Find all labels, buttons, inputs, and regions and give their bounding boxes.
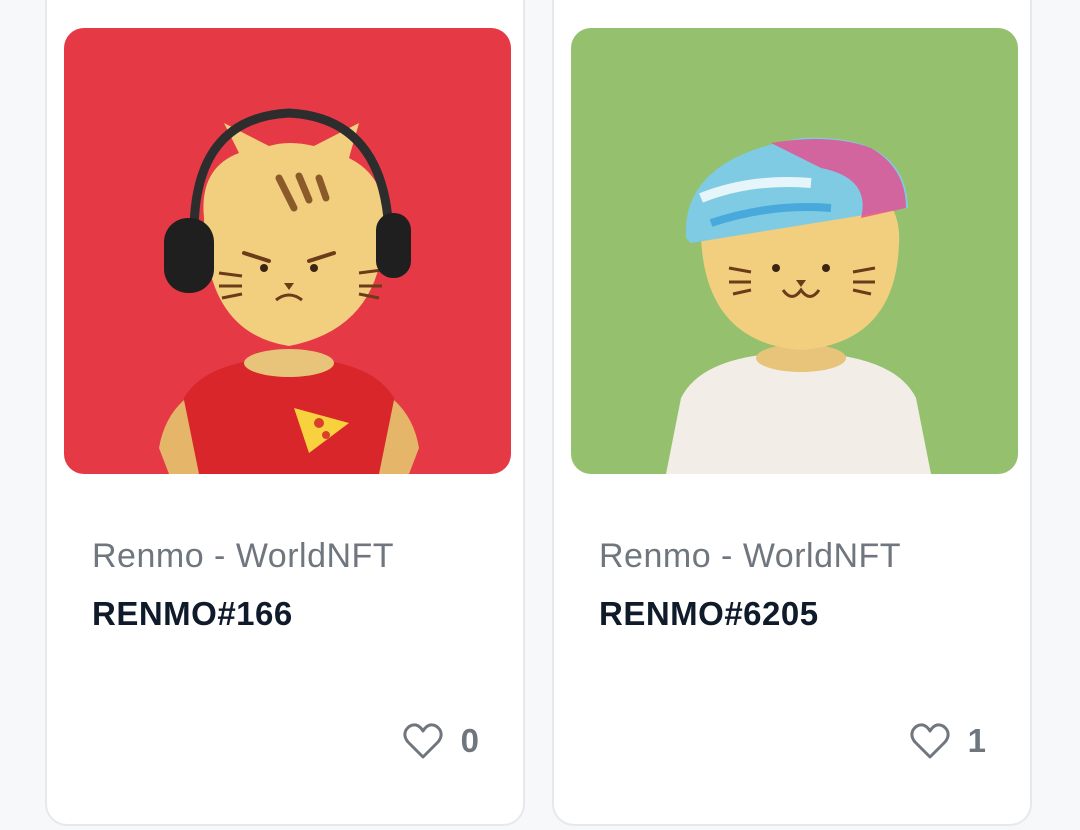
nft-image[interactable] [64,28,511,474]
heart-icon [403,723,443,759]
heart-icon [910,723,950,759]
nft-card[interactable]: Renmo - WorldNFT RENMO#6205 1 [552,0,1032,826]
nft-card[interactable]: Renmo - WorldNFT RENMO#166 0 [45,0,525,826]
nft-grid: Renmo - WorldNFT RENMO#166 0 Renmo - Wor… [0,0,1080,830]
like-button[interactable]: 0 [403,722,479,760]
token-id[interactable]: RENMO#6205 [599,595,819,633]
like-count: 1 [967,722,986,759]
cat-headphones-illustration [64,28,511,474]
nft-image[interactable] [571,28,1018,474]
token-id[interactable]: RENMO#166 [92,595,293,633]
collection-name: Renmo - WorldNFT [92,537,395,575]
like-count: 0 [460,722,479,759]
like-button[interactable]: 1 [910,722,986,760]
cat-helmet-illustration [571,28,1018,474]
collection-name: Renmo - WorldNFT [599,537,902,575]
